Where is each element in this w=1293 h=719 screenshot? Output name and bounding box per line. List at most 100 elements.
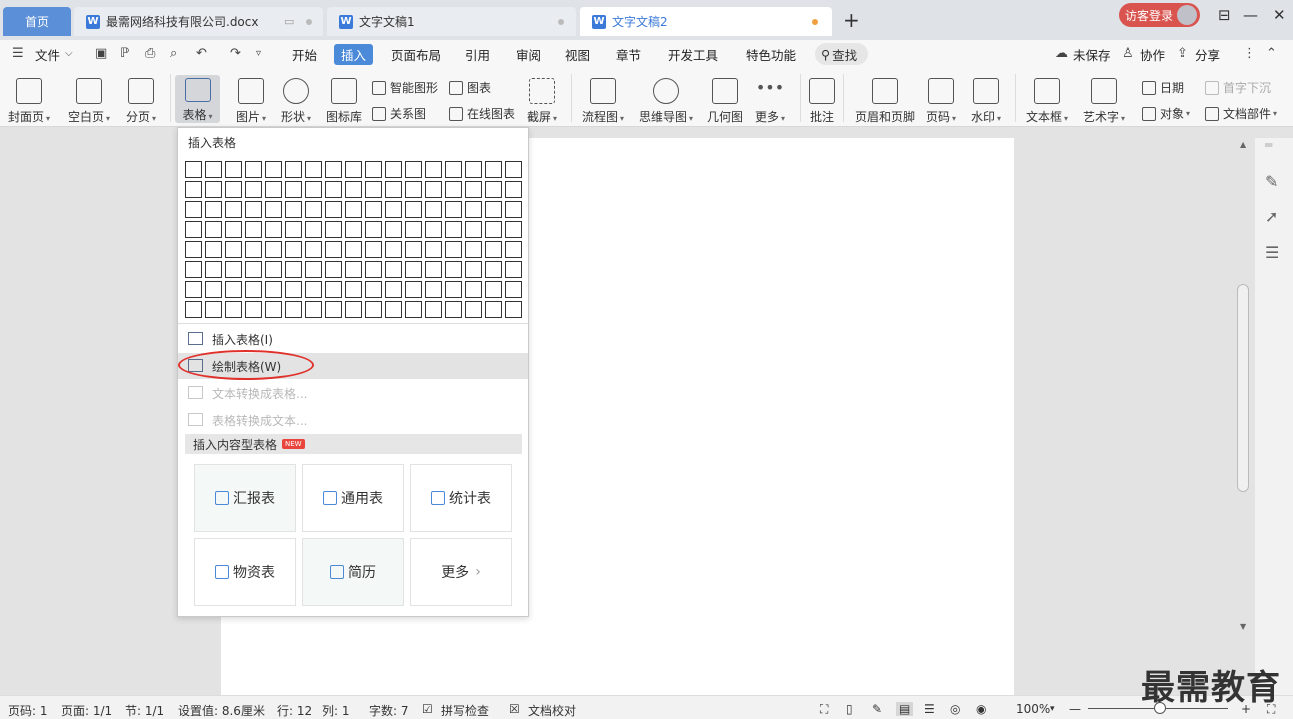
grid-cell[interactable] [465,281,482,298]
grid-cell[interactable] [205,281,222,298]
grid-cell[interactable] [365,201,382,218]
grid-cell[interactable] [385,181,402,198]
template-material[interactable]: 物资表 [194,538,296,606]
grid-cell[interactable] [385,281,402,298]
grid-cell[interactable] [305,281,322,298]
grid-cell[interactable] [345,261,362,278]
grid-cell[interactable] [425,221,442,238]
scrollbar-thumb[interactable] [1237,284,1249,492]
unsaved-dot[interactable] [812,19,818,25]
template-more[interactable]: 更多 › [410,538,512,606]
print-preview-icon[interactable]: ⌕ [170,46,177,61]
grid-cell[interactable] [505,201,522,218]
grid-cell[interactable] [245,301,262,318]
status-words[interactable]: 字数: 7 [369,702,409,719]
grid-cell[interactable] [505,161,522,178]
grid-cell[interactable] [485,181,502,198]
grid-cell[interactable] [465,301,482,318]
grid-cell[interactable] [325,221,342,238]
grid-cell[interactable] [365,241,382,258]
grid-cell[interactable] [285,241,302,258]
grid-cell[interactable] [185,281,202,298]
grid-cell[interactable] [185,241,202,258]
status-setting[interactable]: 设置值: 8.6厘米 [178,702,265,719]
grid-cell[interactable] [325,181,342,198]
menu-developer[interactable]: 开发工具 [668,45,718,64]
menu-features[interactable]: 特色功能 [746,45,796,64]
template-statistics[interactable]: 统计表 [410,464,512,532]
grid-cell[interactable] [345,301,362,318]
grid-cell[interactable] [425,241,442,258]
grid-cell[interactable] [405,221,422,238]
grid-cell[interactable] [485,261,502,278]
header-footer-button[interactable]: 页眉和页脚 [855,78,915,125]
grid-cell[interactable] [205,201,222,218]
grid-cell[interactable] [225,201,242,218]
file-menu[interactable]: 文件 [35,45,60,64]
insert-table-item[interactable]: 插入表格(I) [178,326,528,352]
grid-cell[interactable] [225,301,242,318]
grid-cell[interactable] [425,301,442,318]
grid-cell[interactable] [305,261,322,278]
grid-cell[interactable] [185,261,202,278]
cursor-icon[interactable]: ➚ [1265,207,1283,226]
grid-cell[interactable] [345,181,362,198]
grid-cell[interactable] [445,201,462,218]
grid-cell[interactable] [265,241,282,258]
grid-cell[interactable] [485,201,502,218]
grid-cell[interactable] [505,301,522,318]
grid-cell[interactable] [205,241,222,258]
grid-cell[interactable] [445,241,462,258]
login-button[interactable]: 访客登录 [1119,3,1200,27]
grid-cell[interactable] [485,221,502,238]
grid-cell[interactable] [185,161,202,178]
grid-cell[interactable] [305,201,322,218]
grid-cell[interactable] [285,161,302,178]
grid-cell[interactable] [425,201,442,218]
pen-icon[interactable]: ✎ [1265,172,1283,191]
menu-insert[interactable]: 插入 [334,44,374,65]
grid-cell[interactable] [465,181,482,198]
shape-button[interactable]: 形状 ▾ [281,78,311,125]
menu-start[interactable]: 开始 [292,45,317,64]
grid-cell[interactable] [225,181,242,198]
grid-cell[interactable] [345,201,362,218]
grid-cell[interactable] [245,241,262,258]
template-general[interactable]: 通用表 [302,464,404,532]
grid-cell[interactable] [385,241,402,258]
status-row[interactable]: 行: 12 [277,702,312,719]
comment-button[interactable]: 批注 [809,78,835,125]
status-page[interactable]: 页码: 1 [8,702,48,719]
template-report[interactable]: 汇报表 [194,464,296,532]
zoom-dropdown-icon[interactable]: ▾ [1050,704,1055,714]
grid-cell[interactable] [405,241,422,258]
collapse-ribbon-icon[interactable]: ⌃ [1266,46,1277,61]
status-col[interactable]: 列: 1 [322,702,350,719]
grid-cell[interactable] [265,301,282,318]
grid-cell[interactable] [265,161,282,178]
save-icon[interactable]: ▣ [95,46,107,61]
grid-cell[interactable] [205,181,222,198]
grid-cell[interactable] [245,181,262,198]
wordart-button[interactable]: 艺术字 ▾ [1083,78,1125,125]
grid-cell[interactable] [305,241,322,258]
grid-cell[interactable] [445,221,462,238]
scroll-down-icon[interactable]: ▼ [1240,622,1246,631]
grid-cell[interactable] [325,281,342,298]
outline-view-icon[interactable]: ☰ [924,702,935,716]
grid-cell[interactable] [305,301,322,318]
geometry-button[interactable]: 几何图 [707,78,743,125]
grid-cell[interactable] [325,161,342,178]
template-resume[interactable]: 简历 [302,538,404,606]
doc-parts-button[interactable]: 文档部件 ▾ [1205,105,1277,122]
web-view-icon[interactable]: ◎ [950,702,960,716]
grid-cell[interactable] [425,181,442,198]
grid-cell[interactable] [325,241,342,258]
grid-cell[interactable] [205,261,222,278]
proofread-button[interactable]: 文档校对 [528,702,576,719]
grid-cell[interactable] [265,181,282,198]
flowchart-button[interactable]: 流程图 ▾ [582,78,624,125]
mindmap-button[interactable]: 思维导图 ▾ [639,78,693,125]
grid-cell[interactable] [265,261,282,278]
grid-cell[interactable] [505,181,522,198]
